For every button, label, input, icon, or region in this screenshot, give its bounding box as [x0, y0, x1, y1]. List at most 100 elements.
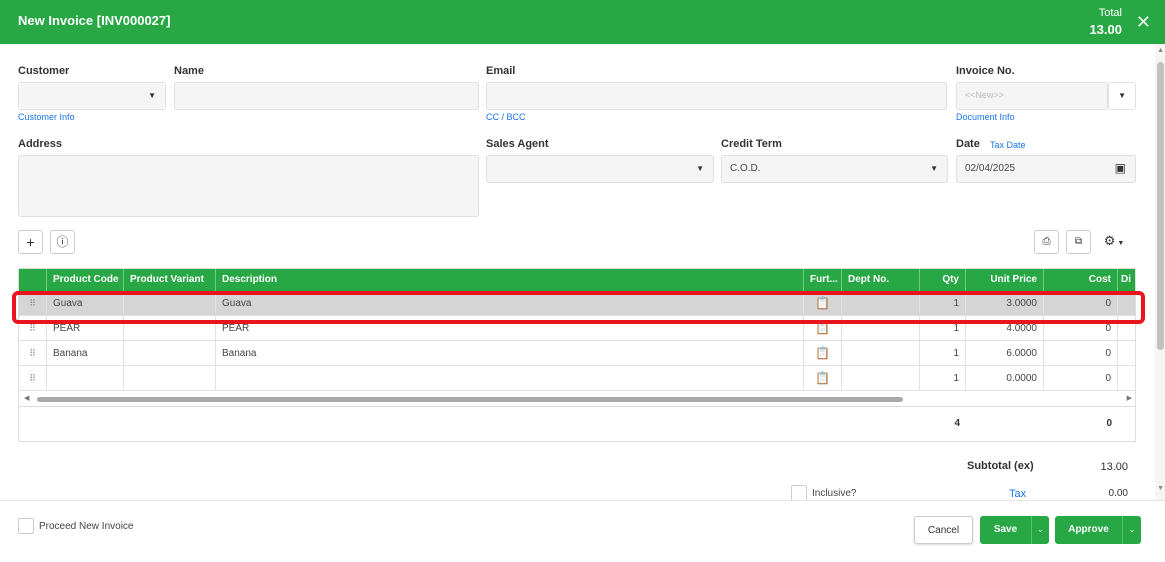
approve-button[interactable]: Approve	[1055, 516, 1122, 544]
address-textarea[interactable]	[18, 155, 479, 217]
description-cell[interactable]: Guava	[216, 291, 804, 315]
column-header-qty[interactable]: Qty	[920, 269, 966, 291]
invoice-no-dropdown-button[interactable]: ▼	[1108, 82, 1136, 110]
info-button[interactable]: ⓘ	[50, 230, 75, 254]
dept-no-cell[interactable]	[842, 291, 920, 315]
description-cell[interactable]: PEAR	[216, 316, 804, 340]
qty-cell[interactable]: 1	[920, 316, 966, 340]
chevron-down-icon: ▼	[1115, 240, 1125, 247]
dialog-header: New Invoice [INV000027] Total 13.00 ✕	[0, 0, 1165, 44]
clipboard-icon[interactable]: 📋	[804, 316, 842, 340]
cost-cell[interactable]: 0	[1044, 366, 1118, 390]
invoice-no-label: Invoice No.	[956, 65, 1015, 77]
chevron-down-icon: ▼	[1118, 91, 1126, 100]
sales-agent-select[interactable]: ▼	[486, 155, 714, 183]
product-variant-cell[interactable]	[124, 316, 216, 340]
unit-price-cell[interactable]: 6.0000	[966, 341, 1044, 365]
scroll-down-arrow-icon[interactable]: ▼	[1157, 485, 1164, 492]
column-header-unit-price[interactable]: Unit Price	[966, 269, 1044, 291]
tax-date-link[interactable]: Tax Date	[990, 140, 1026, 150]
export-button[interactable]: ⎙	[1034, 230, 1059, 254]
drag-handle-icon[interactable]: ⠿	[19, 291, 47, 315]
column-header-product-variant[interactable]: Product Variant	[124, 269, 216, 291]
product-variant-cell[interactable]	[124, 341, 216, 365]
cost-cell[interactable]: 0	[1044, 316, 1118, 340]
column-header-product-code[interactable]: Product Code	[47, 269, 124, 291]
cost-cell[interactable]: 0	[1044, 291, 1118, 315]
unit-price-cell[interactable]: 0.0000	[966, 366, 1044, 390]
save-button[interactable]: Save	[980, 516, 1031, 544]
copy-icon: ⧉	[1074, 236, 1083, 247]
scroll-left-arrow-icon[interactable]: ◀	[24, 394, 29, 402]
description-cell[interactable]: Banana	[216, 341, 804, 365]
name-input[interactable]	[174, 82, 479, 110]
discount-cell[interactable]	[1118, 291, 1135, 315]
dept-no-cell[interactable]	[842, 316, 920, 340]
dept-no-cell[interactable]	[842, 366, 920, 390]
subtotal-label: Subtotal (ex)	[967, 460, 1034, 472]
unit-price-cell[interactable]: 3.0000	[966, 291, 1044, 315]
cc-bcc-link[interactable]: CC / BCC	[486, 112, 526, 122]
drag-handle-icon[interactable]: ⠿	[19, 316, 47, 340]
drag-handle-icon[interactable]: ⠿	[19, 366, 47, 390]
credit-term-value: C.O.D.	[730, 163, 761, 174]
product-variant-cell[interactable]	[124, 291, 216, 315]
qty-cell[interactable]: 1	[920, 291, 966, 315]
qty-cell[interactable]: 1	[920, 341, 966, 365]
description-cell[interactable]	[216, 366, 804, 390]
document-info-link[interactable]: Document Info	[956, 112, 1015, 122]
column-header-discount[interactable]: Di	[1118, 269, 1135, 291]
cancel-button[interactable]: Cancel	[914, 516, 973, 544]
column-header-further[interactable]: Furt...	[804, 269, 842, 291]
proceed-new-invoice-label: Proceed New Invoice	[39, 521, 134, 532]
settings-dropdown-button[interactable]: ⚙ ▼	[1098, 230, 1130, 254]
proceed-new-invoice-checkbox[interactable]	[18, 518, 34, 534]
customer-select[interactable]: ▼	[18, 82, 166, 110]
horizontal-scroll-thumb[interactable]	[37, 397, 903, 402]
drag-handle-icon[interactable]: ⠿	[19, 341, 47, 365]
horizontal-scrollbar[interactable]: ◀ ▶	[19, 394, 1135, 404]
table-row[interactable]: ⠿ Guava Guava 📋 1 3.0000 0	[19, 291, 1135, 316]
table-row[interactable]: ⠿ Banana Banana 📋 1 6.0000 0	[19, 341, 1135, 366]
vertical-scroll-thumb[interactable]	[1157, 62, 1164, 350]
approve-options-button[interactable]: ⌄	[1122, 516, 1141, 544]
scroll-up-arrow-icon[interactable]: ▲	[1157, 47, 1164, 54]
column-header-description[interactable]: Description	[216, 269, 804, 291]
inclusive-checkbox[interactable]	[791, 485, 807, 501]
table-row[interactable]: ⠿ 📋 1 0.0000 0	[19, 366, 1135, 391]
discount-cell[interactable]	[1118, 316, 1135, 340]
column-header-dept-no[interactable]: Dept No.	[842, 269, 920, 291]
tax-link[interactable]: Tax	[1009, 488, 1026, 500]
scroll-right-arrow-icon[interactable]: ▶	[1127, 394, 1132, 402]
cost-cell[interactable]: 0	[1044, 341, 1118, 365]
dialog-title: New Invoice [INV000027]	[18, 13, 171, 28]
product-code-cell[interactable]: PEAR	[47, 316, 124, 340]
chevron-down-icon: ⌄	[1037, 525, 1044, 534]
product-code-cell[interactable]: Banana	[47, 341, 124, 365]
unit-price-cell[interactable]: 4.0000	[966, 316, 1044, 340]
column-header-cost[interactable]: Cost	[1044, 269, 1118, 291]
product-variant-cell[interactable]	[124, 366, 216, 390]
date-input[interactable]: 02/04/2025 ▣	[956, 155, 1136, 183]
email-input[interactable]	[486, 82, 947, 110]
calendar-icon[interactable]: ▣	[1115, 161, 1126, 175]
discount-cell[interactable]	[1118, 366, 1135, 390]
credit-term-select[interactable]: C.O.D. ▼	[721, 155, 948, 183]
customer-info-link[interactable]: Customer Info	[18, 112, 75, 122]
chevron-down-icon: ▼	[696, 164, 704, 173]
qty-cell[interactable]: 1	[920, 366, 966, 390]
clipboard-icon[interactable]: 📋	[804, 341, 842, 365]
clipboard-icon[interactable]: 📋	[804, 366, 842, 390]
clipboard-icon[interactable]: 📋	[804, 291, 842, 315]
add-line-button[interactable]: +	[18, 230, 43, 254]
dept-no-cell[interactable]	[842, 341, 920, 365]
invoice-no-input[interactable]: <<New>>	[956, 82, 1108, 110]
product-code-cell[interactable]: Guava	[47, 291, 124, 315]
close-icon[interactable]: ✕	[1136, 12, 1151, 33]
discount-cell[interactable]	[1118, 341, 1135, 365]
save-options-button[interactable]: ⌄	[1031, 516, 1049, 544]
name-label: Name	[174, 65, 204, 77]
copy-button[interactable]: ⧉	[1066, 230, 1091, 254]
table-row[interactable]: ⠿ PEAR PEAR 📋 1 4.0000 0	[19, 316, 1135, 341]
product-code-cell[interactable]	[47, 366, 124, 390]
